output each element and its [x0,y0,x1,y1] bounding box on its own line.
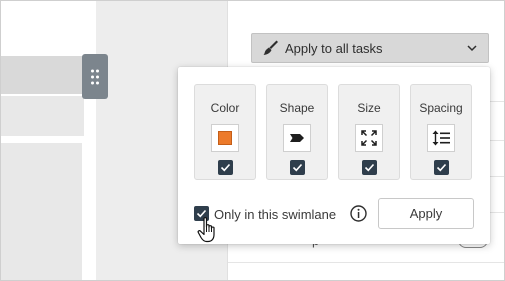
option-color[interactable]: Color [194,84,256,180]
color-swatch-icon [218,131,232,145]
option-spacing[interactable]: Spacing [410,84,472,180]
task-row[interactable] [0,96,84,136]
option-spacing-checkbox[interactable] [434,160,449,175]
option-shape[interactable]: Shape [266,84,328,180]
apply-options-popover: Color Shape Size Spacing Only in this sw… [178,67,490,244]
option-color-checkbox[interactable] [218,160,233,175]
apply-to-all-tasks-label: Apply to all tasks [285,40,383,56]
selected-task-bar[interactable] [0,56,84,94]
shape-tag-icon [290,134,304,142]
only-in-swimlane-label[interactable]: Only in this swimlane [214,207,336,222]
option-size-label: Size [357,101,381,115]
option-shape-label: Shape [279,101,315,115]
drag-handle[interactable] [82,54,108,99]
drag-dots-icon [91,69,99,84]
size-icon-box [355,124,383,152]
color-icon-box [211,124,239,152]
checkmark-icon [220,163,231,172]
checkmark-icon [436,163,447,172]
option-size[interactable]: Size [338,84,400,180]
shape-icon-box [283,124,311,152]
hand-pointer-cursor-icon [197,217,215,243]
chevron-down-icon [467,45,477,52]
apply-button[interactable]: Apply [378,198,474,229]
checkmark-icon [292,163,303,172]
spacing-icon-box [427,124,455,152]
option-color-label: Color [210,101,240,115]
option-spacing-label: Spacing [419,101,463,115]
checkmark-icon [364,163,375,172]
info-icon[interactable] [350,205,367,222]
expand-arrows-icon [361,130,377,146]
divider [228,262,505,263]
option-size-checkbox[interactable] [362,160,377,175]
option-shape-checkbox[interactable] [290,160,305,175]
line-spacing-icon [432,130,450,146]
paintbrush-icon [263,40,278,55]
task-card[interactable] [0,143,82,281]
apply-to-all-tasks-dropdown[interactable]: Apply to all tasks [251,33,489,63]
